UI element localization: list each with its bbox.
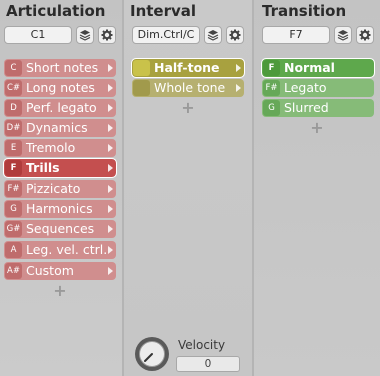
transition-column: Transition F7 F Normal F# Legato G Slurr… bbox=[254, 0, 380, 376]
transition-item-slurred[interactable]: G Slurred bbox=[262, 99, 374, 117]
layers-icon bbox=[207, 30, 219, 41]
item-label: Half-tone bbox=[154, 60, 220, 75]
transition-heading: Transition bbox=[262, 2, 347, 20]
velocity-knob[interactable] bbox=[134, 336, 170, 372]
interval-item-whole-tone[interactable]: Whole tone bbox=[132, 79, 244, 97]
velocity-value-field[interactable]: 0 bbox=[176, 356, 240, 372]
articulation-item-leg-vel-ctrl[interactable]: A Leg. vel. ctrl. bbox=[4, 241, 116, 259]
item-label: Perf. legato bbox=[26, 100, 97, 115]
chevron-right-icon bbox=[108, 185, 113, 193]
chevron-right-icon bbox=[108, 164, 113, 172]
key-label: G# bbox=[5, 221, 22, 237]
articulation-add-button[interactable]: + bbox=[53, 283, 67, 299]
item-label: Long notes bbox=[26, 80, 95, 95]
transition-item-normal[interactable]: F Normal bbox=[261, 58, 375, 78]
chevron-right-icon bbox=[108, 124, 113, 132]
transition-add-button[interactable]: + bbox=[310, 120, 324, 136]
key-label: C bbox=[5, 60, 22, 76]
item-label: Tremolo bbox=[26, 140, 76, 155]
articulation-item-short-notes[interactable]: C Short notes bbox=[4, 59, 116, 77]
velocity-label: Velocity bbox=[178, 338, 226, 352]
articulation-item-pizzicato[interactable]: F# Pizzicato bbox=[4, 180, 116, 198]
item-label: Normal bbox=[284, 60, 335, 75]
key-label: F bbox=[263, 60, 280, 76]
articulation-item-dynamics[interactable]: D# Dynamics bbox=[4, 119, 116, 137]
key-label: F bbox=[5, 160, 22, 176]
interval-trigger-field[interactable]: Dim.Ctrl/C bbox=[132, 26, 200, 44]
interval-layers-button[interactable] bbox=[204, 26, 222, 44]
gear-icon bbox=[101, 29, 113, 41]
item-label: Whole tone bbox=[154, 80, 226, 95]
articulation-item-perf-legato[interactable]: D Perf. legato bbox=[4, 99, 116, 117]
item-label: Harmonics bbox=[26, 201, 93, 216]
item-label: Trills bbox=[26, 160, 60, 175]
chevron-right-icon bbox=[236, 64, 241, 72]
articulation-item-tremolo[interactable]: E Tremolo bbox=[4, 139, 116, 157]
articulation-column: Articulation C1 C Short notes C# Long no… bbox=[0, 0, 122, 376]
chevron-right-icon bbox=[108, 144, 113, 152]
chevron-right-icon bbox=[108, 84, 113, 92]
item-label: Sequences bbox=[26, 221, 95, 236]
articulation-heading: Articulation bbox=[6, 2, 106, 20]
articulation-item-long-notes[interactable]: C# Long notes bbox=[4, 79, 116, 97]
key-label: F# bbox=[263, 80, 280, 96]
interval-settings-button[interactable] bbox=[226, 26, 244, 44]
key-swatch bbox=[133, 60, 150, 76]
key-swatch bbox=[133, 80, 150, 96]
knob-icon bbox=[135, 337, 169, 371]
item-label: Short notes bbox=[26, 60, 99, 75]
transition-layers-button[interactable] bbox=[334, 26, 352, 44]
chevron-right-icon bbox=[236, 84, 241, 92]
item-label: Legato bbox=[284, 80, 327, 95]
key-label: C# bbox=[5, 80, 22, 96]
interval-column: Interval Dim.Ctrl/C Half-tone Whole tone… bbox=[124, 0, 252, 376]
chevron-right-icon bbox=[108, 246, 113, 254]
articulation-settings-button[interactable] bbox=[98, 26, 116, 44]
interval-heading: Interval bbox=[130, 2, 197, 20]
key-label: F# bbox=[5, 181, 22, 197]
articulation-item-sequences[interactable]: G# Sequences bbox=[4, 220, 116, 238]
gear-icon bbox=[359, 29, 371, 41]
key-label: E bbox=[5, 140, 22, 156]
chevron-right-icon bbox=[108, 104, 113, 112]
transition-trigger-field[interactable]: F7 bbox=[262, 26, 330, 44]
articulation-item-harmonics[interactable]: G Harmonics bbox=[4, 200, 116, 218]
item-label: Dynamics bbox=[26, 120, 88, 135]
key-label: A bbox=[5, 242, 22, 258]
chevron-right-icon bbox=[108, 267, 113, 275]
interval-add-button[interactable]: + bbox=[181, 100, 195, 116]
gear-icon bbox=[229, 29, 241, 41]
key-label: D bbox=[5, 100, 22, 116]
key-label: D# bbox=[5, 120, 22, 136]
key-label: A# bbox=[5, 263, 22, 279]
articulation-item-trills[interactable]: F Trills bbox=[3, 158, 117, 178]
item-label: Leg. vel. ctrl. bbox=[26, 242, 108, 257]
chevron-right-icon bbox=[108, 64, 113, 72]
key-label: G bbox=[263, 100, 280, 116]
chevron-right-icon bbox=[108, 205, 113, 213]
chevron-right-icon bbox=[108, 225, 113, 233]
transition-item-legato[interactable]: F# Legato bbox=[262, 79, 374, 97]
item-label: Pizzicato bbox=[26, 181, 81, 196]
articulation-layers-button[interactable] bbox=[76, 26, 94, 44]
articulation-item-custom[interactable]: A# Custom bbox=[4, 262, 116, 280]
articulation-trigger-field[interactable]: C1 bbox=[4, 26, 72, 44]
interval-item-half-tone[interactable]: Half-tone bbox=[131, 58, 245, 78]
item-label: Slurred bbox=[284, 100, 329, 115]
layers-icon bbox=[79, 30, 91, 41]
layers-icon bbox=[337, 30, 349, 41]
item-label: Custom bbox=[26, 263, 74, 278]
key-label: G bbox=[5, 201, 22, 217]
transition-settings-button[interactable] bbox=[356, 26, 374, 44]
